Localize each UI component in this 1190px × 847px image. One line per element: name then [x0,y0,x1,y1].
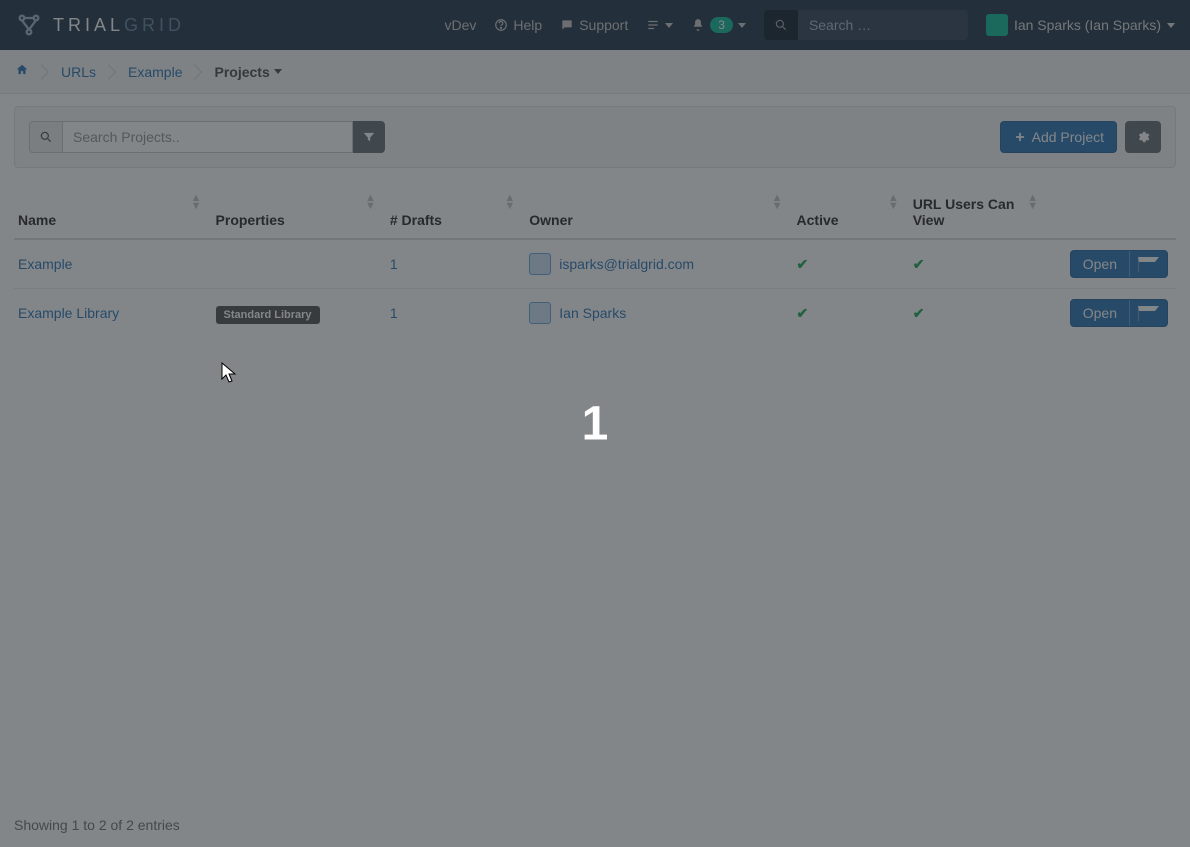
col-urlusers[interactable]: URL Users Can View▲▼ [909,186,1048,239]
brand-logo[interactable]: TRIALGRID [15,11,185,39]
caret-down-icon [274,69,282,74]
search-button[interactable] [764,10,798,40]
projects-table: Name▲▼ Properties▲▼ # Drafts▲▼ Owner▲▼ A… [14,186,1176,337]
sort-icon: ▲▼ [772,194,783,210]
col-properties[interactable]: Properties▲▼ [212,186,386,239]
caret-down-icon [1167,23,1175,28]
nav-support[interactable]: Support [560,17,628,33]
search-icon [39,130,53,144]
owner-cell[interactable]: isparks@trialgrid.com [529,253,784,275]
avatar-icon [529,302,551,324]
open-button[interactable]: Open [1070,250,1168,278]
project-search-addon [29,121,63,153]
table-footer-info: Showing 1 to 2 of 2 entries [14,817,180,833]
chat-icon [560,18,574,32]
nav-list-dropdown[interactable] [646,18,673,32]
add-project-button[interactable]: Add Project [1000,121,1117,153]
avatar-icon [986,14,1008,36]
global-search [764,10,968,40]
nav-help[interactable]: Help [494,17,542,33]
settings-button[interactable] [1125,121,1161,153]
property-tag: Standard Library [216,306,320,324]
caret-down-icon [738,23,746,28]
breadcrumb-example[interactable]: Example [128,64,182,80]
properties-cell [212,239,386,289]
check-icon: ✔ [913,305,925,321]
gear-icon [1136,130,1150,144]
filter-icon [362,130,376,144]
avatar-icon [529,253,551,275]
breadcrumb-separator [41,64,49,80]
search-icon [774,18,788,32]
logo-icon [15,11,43,39]
breadcrumb-separator [108,64,116,80]
breadcrumb-separator [194,64,202,80]
check-icon: ✔ [797,305,809,321]
brand-text-a: TRIAL [53,15,124,35]
open-button[interactable]: Open [1070,299,1168,327]
project-name-link[interactable]: Example [18,256,72,272]
overlay-step-number: 1 [582,396,609,451]
sort-icon: ▲▼ [365,194,376,210]
caret-down-icon [1138,306,1159,321]
user-name: Ian Sparks (Ian Sparks) [1014,17,1161,33]
caret-down-icon [1138,257,1159,272]
sort-icon: ▲▼ [504,194,515,210]
user-menu[interactable]: Ian Sparks (Ian Sparks) [986,14,1175,36]
filter-button[interactable] [353,121,385,153]
notification-count: 3 [710,17,733,33]
bell-icon [691,18,705,32]
brand-text-b: GRID [124,15,185,35]
table-row: Example 1 isparks@trialgrid.com ✔ ✔ Open [14,239,1176,289]
nav-notifications[interactable]: 3 [691,17,746,33]
col-drafts[interactable]: # Drafts▲▼ [386,186,525,239]
check-icon: ✔ [913,256,925,272]
caret-down-icon [665,23,673,28]
check-icon: ✔ [797,256,809,272]
project-toolbar: Add Project [14,106,1176,168]
global-search-input[interactable] [798,10,968,40]
sort-icon: ▲▼ [888,194,899,210]
nav-vdev[interactable]: vDev [445,17,477,33]
open-dropdown-toggle[interactable] [1129,300,1167,326]
breadcrumb: URLs Example Projects [0,50,1190,94]
drafts-link[interactable]: 1 [390,305,398,321]
breadcrumb-projects[interactable]: Projects [214,64,281,80]
breadcrumb-urls[interactable]: URLs [61,64,96,80]
project-search-input[interactable] [63,121,353,153]
plus-icon [1013,130,1027,144]
sort-icon: ▲▼ [191,194,202,210]
home-icon [15,63,29,77]
col-name[interactable]: Name▲▼ [14,186,212,239]
open-dropdown-toggle[interactable] [1129,251,1167,277]
col-owner[interactable]: Owner▲▼ [525,186,792,239]
breadcrumb-home[interactable] [15,63,29,80]
list-icon [646,18,660,32]
owner-cell[interactable]: Ian Sparks [529,302,784,324]
drafts-link[interactable]: 1 [390,256,398,272]
col-active[interactable]: Active▲▼ [793,186,909,239]
help-icon [494,18,508,32]
project-name-link[interactable]: Example Library [18,305,119,321]
sort-icon: ▲▼ [1027,194,1038,210]
table-row: Example Library Standard Library 1 Ian S… [14,289,1176,338]
